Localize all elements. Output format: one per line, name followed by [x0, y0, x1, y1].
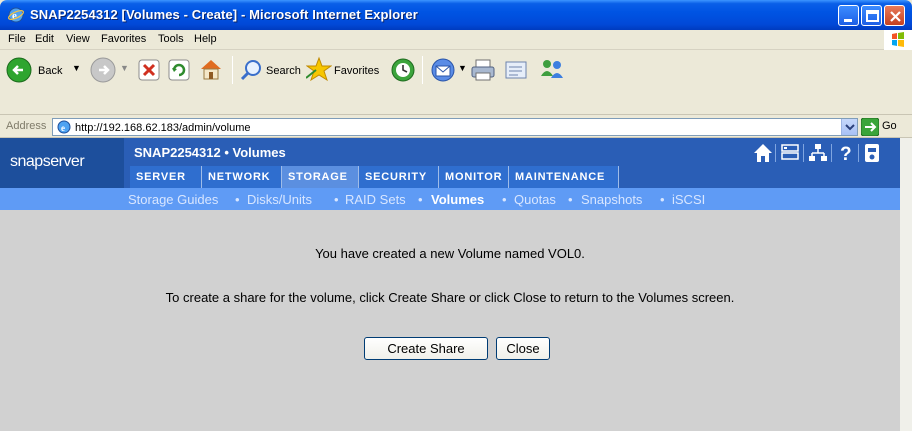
tab-monitor[interactable]: MONITOR	[439, 166, 509, 188]
window-title: SNAP2254312 [Volumes - Create] - Microso…	[30, 7, 418, 22]
sub-nav: Storage Guides • Disks/Units • RAID Sets…	[0, 188, 900, 210]
subnav-quotas[interactable]: Quotas	[514, 192, 556, 207]
forward-icon[interactable]	[90, 57, 116, 83]
tab-network[interactable]: NETWORK	[202, 166, 282, 188]
stop-icon[interactable]	[138, 59, 160, 81]
favorites-label[interactable]: Favorites	[334, 65, 379, 77]
subnav-snapshots[interactable]: Snapshots	[581, 192, 642, 207]
messenger-icon[interactable]	[538, 56, 566, 82]
search-label[interactable]: Search	[266, 65, 301, 77]
minimize-button[interactable]	[838, 5, 859, 26]
vertical-scrollbar[interactable]	[900, 138, 912, 431]
menu-view[interactable]: View	[66, 33, 90, 45]
go-button[interactable]: Go	[882, 120, 897, 132]
tab-maintenance[interactable]: MAINTENANCE	[509, 166, 619, 188]
title-bar: e SNAP2254312 [Volumes - Create] - Micro…	[0, 0, 912, 30]
tab-security[interactable]: SECURITY	[359, 166, 439, 188]
back-dropdown-icon[interactable]: ▼	[72, 63, 81, 73]
windows-logo-icon	[884, 30, 912, 50]
maximize-button[interactable]	[861, 5, 882, 26]
menu-tools[interactable]: Tools	[158, 33, 184, 45]
logo-snap: snap	[10, 153, 43, 170]
menu-file[interactable]: File	[8, 33, 26, 45]
menu-bar: File Edit View Favorites Tools Help	[0, 30, 912, 50]
forward-dropdown-icon[interactable]: ▼	[120, 63, 129, 73]
status-icon[interactable]	[862, 142, 884, 164]
edit-icon[interactable]	[504, 58, 530, 82]
mail-icon[interactable]	[430, 57, 456, 83]
subnav-disks-units[interactable]: Disks/Units	[247, 192, 312, 207]
menu-help[interactable]: Help	[194, 33, 217, 45]
subnav-raid-sets[interactable]: RAID Sets	[345, 192, 406, 207]
address-dropdown-icon[interactable]	[841, 119, 857, 135]
snap-header: snapserver SNAP2254312 • Volumes ? SERVE…	[0, 138, 900, 188]
subnav-separator: •	[334, 192, 339, 207]
go-arrow-icon[interactable]	[861, 118, 879, 136]
refresh-icon[interactable]	[168, 59, 190, 81]
svg-text:e: e	[61, 123, 65, 133]
address-bar: Address e http://192.168.62.183/admin/vo…	[0, 116, 912, 138]
network-icon[interactable]	[807, 142, 829, 164]
subnav-separator: •	[568, 192, 573, 207]
close-window-button[interactable]	[884, 5, 905, 26]
subnav-storage-guides[interactable]: Storage Guides	[128, 192, 218, 207]
server-icon[interactable]	[779, 142, 801, 164]
logo-server: server	[42, 153, 85, 170]
home-icon[interactable]	[198, 57, 224, 81]
breadcrumb: SNAP2254312 • Volumes	[134, 145, 286, 160]
history-icon[interactable]	[390, 57, 416, 83]
search-icon[interactable]	[240, 58, 264, 82]
page-content: snapserver SNAP2254312 • Volumes ? SERVE…	[0, 138, 900, 431]
home-icon[interactable]	[752, 142, 774, 164]
ie-icon: e	[8, 7, 24, 23]
favorites-star-icon[interactable]	[306, 56, 332, 82]
menu-favorites[interactable]: Favorites	[101, 33, 146, 45]
confirmation-message: You have created a new Volume named VOL0…	[315, 246, 585, 261]
subnav-volumes[interactable]: Volumes	[431, 192, 484, 207]
menu-edit[interactable]: Edit	[35, 33, 54, 45]
address-url[interactable]: http://192.168.62.183/admin/volume	[75, 122, 251, 134]
mail-dropdown-icon[interactable]: ▼	[458, 63, 467, 73]
instruction-message: To create a share for the volume, click …	[165, 290, 735, 305]
back-label[interactable]: Back	[38, 65, 62, 77]
subnav-iscsi[interactable]: iSCSI	[672, 192, 705, 207]
toolbar: Back ▼ ▼ Search Favorites ▼	[0, 51, 912, 115]
snapserver-logo: snapserver	[0, 138, 124, 188]
create-share-button[interactable]: Create Share	[364, 337, 488, 360]
help-icon[interactable]: ?	[835, 142, 857, 164]
page-icon: e	[57, 120, 71, 134]
tab-storage[interactable]: STORAGE	[282, 166, 359, 188]
address-input[interactable]: e http://192.168.62.183/admin/volume	[52, 118, 858, 136]
subnav-separator: •	[660, 192, 665, 207]
toolbar-separator	[232, 56, 233, 84]
print-icon[interactable]	[470, 57, 496, 83]
subnav-separator: •	[235, 192, 240, 207]
svg-text:?: ?	[840, 144, 852, 164]
subnav-separator: •	[502, 192, 507, 207]
back-icon[interactable]	[6, 57, 32, 83]
close-button[interactable]: Close	[496, 337, 550, 360]
address-label: Address	[6, 120, 47, 132]
tab-server[interactable]: SERVER	[130, 166, 202, 188]
subnav-separator: •	[418, 192, 423, 207]
toolbar-separator-2	[422, 56, 423, 84]
